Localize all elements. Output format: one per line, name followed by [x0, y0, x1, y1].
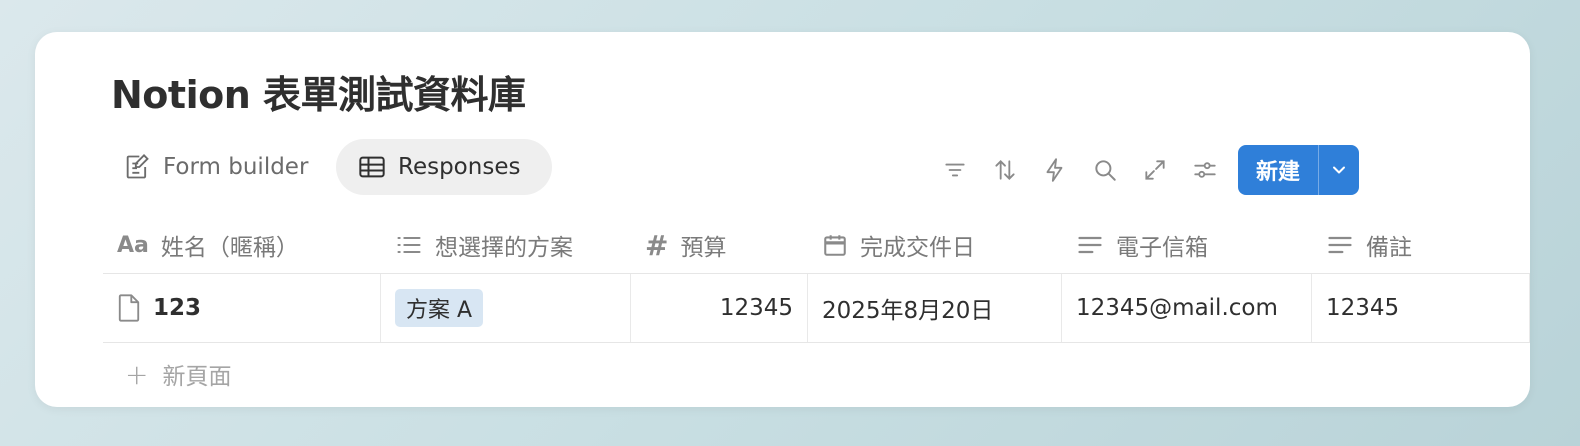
cell-budget[interactable]: 12345 [631, 274, 808, 342]
cell-plan[interactable]: 方案 A [381, 274, 631, 342]
column-header-name[interactable]: Aa 姓名（暱稱） [103, 217, 381, 273]
chevron-down-icon [1333, 166, 1345, 174]
view-toolbar [930, 145, 1230, 195]
budget-value: 12345 [719, 295, 793, 321]
search-icon[interactable] [1080, 145, 1130, 195]
column-header-note[interactable]: 備註 [1312, 217, 1530, 273]
plus-icon: + [125, 357, 149, 391]
column-header-plan[interactable]: 想選擇的方案 [381, 217, 631, 273]
tab-form-builder[interactable]: Form builder [111, 139, 320, 195]
automation-icon[interactable] [1030, 145, 1080, 195]
database-card: Notion 表單測試資料庫 Form builder Responses 新建… [35, 32, 1530, 407]
number-icon: # [645, 228, 669, 262]
text-icon [1326, 233, 1354, 257]
calendar-icon [822, 232, 848, 258]
filter-icon[interactable] [930, 145, 980, 195]
email-value: 12345@mail.com [1076, 295, 1278, 321]
cell-name[interactable]: 123 [103, 274, 381, 342]
text-icon [1076, 233, 1104, 257]
tab-label: Form builder [163, 154, 309, 180]
title-icon: Aa [117, 232, 149, 258]
column-label: 完成交件日 [860, 235, 975, 261]
add-page-button[interactable]: + 新頁面 [125, 357, 231, 391]
column-label: 預算 [680, 235, 727, 261]
new-button-main[interactable]: 新建 [1238, 145, 1319, 195]
settings-icon[interactable] [1180, 145, 1230, 195]
cell-email[interactable]: 12345@mail.com [1062, 274, 1312, 342]
column-header-budget[interactable]: # 預算 [631, 217, 808, 273]
cell-date[interactable]: 2025年8月20日 [808, 274, 1062, 342]
column-label: 備註 [1366, 235, 1412, 261]
tab-responses[interactable]: Responses [336, 139, 552, 195]
new-button: 新建 [1238, 145, 1359, 195]
row-name: 123 [153, 295, 202, 321]
column-header-date[interactable]: 完成交件日 [808, 217, 1062, 273]
date-value: 2025年8月20日 [822, 298, 994, 324]
column-header-email[interactable]: 電子信箱 [1062, 217, 1312, 273]
cell-note[interactable]: 12345 [1312, 274, 1530, 342]
edit-form-icon [126, 154, 149, 179]
note-value: 12345 [1326, 295, 1400, 321]
tab-label: Responses [398, 154, 521, 180]
table-row[interactable]: 123 方案 A 12345 2025年8月20日 12345@mail.com… [103, 274, 1530, 343]
column-label: 電子信箱 [1116, 235, 1208, 261]
expand-icon[interactable] [1130, 145, 1180, 195]
page-title: Notion 表單測試資料庫 [111, 73, 526, 117]
column-label: 想選擇的方案 [435, 235, 573, 261]
column-label: 姓名（暱稱） [160, 235, 299, 261]
sort-icon[interactable] [980, 145, 1030, 195]
table-header: Aa 姓名（暱稱） 想選擇的方案 # 預算 完成交件日 電子信箱 備註 [103, 217, 1530, 274]
new-dropdown-button[interactable] [1319, 145, 1359, 195]
list-icon [395, 233, 423, 257]
plan-tag: 方案 A [395, 289, 484, 327]
add-page-label: 新頁面 [162, 364, 232, 390]
table-icon [359, 156, 385, 178]
page-icon [118, 294, 140, 322]
